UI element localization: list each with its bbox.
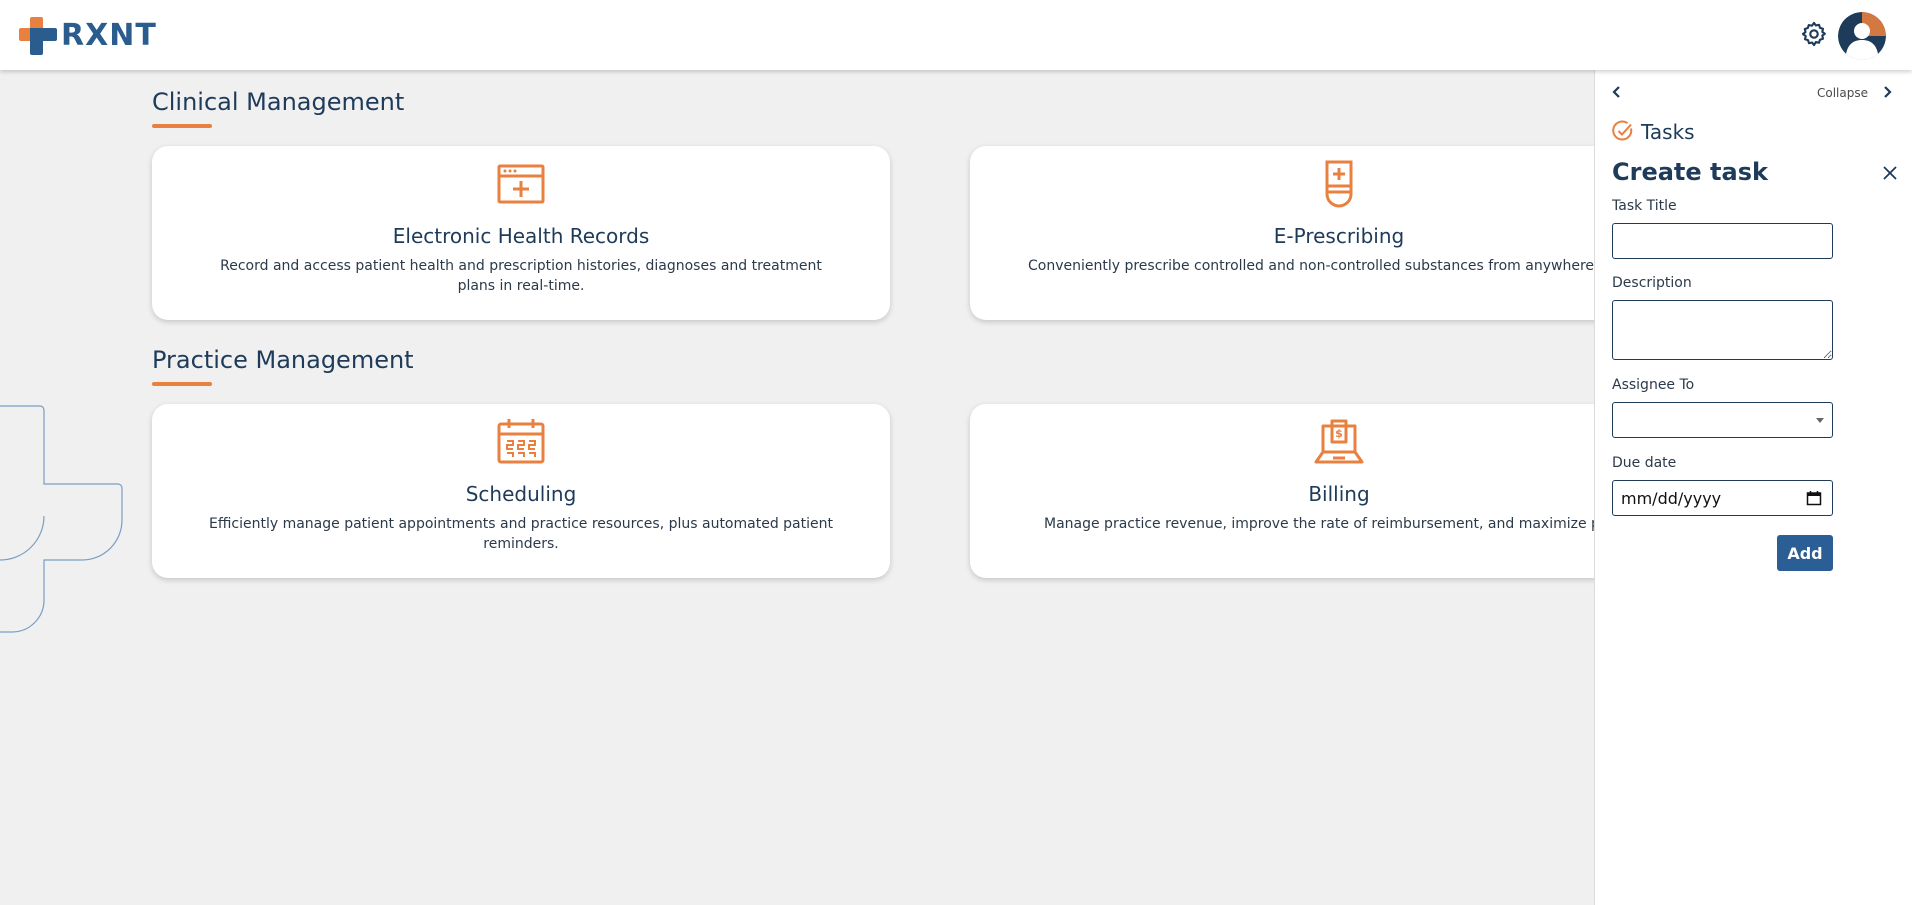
- description-textarea[interactable]: [1612, 300, 1833, 360]
- svg-text:$: $: [1335, 427, 1343, 440]
- assignee-label: Assignee To: [1612, 377, 1695, 393]
- tasks-heading: Tasks: [1641, 120, 1695, 144]
- due-date-label: Due date: [1612, 455, 1677, 471]
- rxnt-logo[interactable]: RXNT: [19, 17, 157, 55]
- gear-icon[interactable]: [1800, 20, 1828, 48]
- section-underline: [152, 124, 212, 128]
- card-title: Electronic Health Records: [392, 224, 650, 248]
- check-circle-icon: [1612, 120, 1633, 141]
- task-title-label: Task Title: [1612, 198, 1677, 214]
- chevron-left-icon[interactable]: [1609, 84, 1625, 100]
- section-title-clinical: Clinical Management: [152, 88, 405, 116]
- tasks-panel: Collapse Tasks Create task Task Title De…: [1594, 70, 1912, 905]
- collapse-link[interactable]: Collapse: [1817, 86, 1868, 100]
- card-description: Efficiently manage patient appointments …: [209, 516, 833, 552]
- logo-text: RXNT: [61, 18, 157, 53]
- card-description: Manage practice revenue, improve the rat…: [1044, 516, 1637, 532]
- decorative-cross-outline: [0, 405, 123, 633]
- card-description: Conveniently prescribe controlled and no…: [1028, 258, 1631, 274]
- caret-down-icon: [1816, 418, 1824, 423]
- assignee-select[interactable]: [1612, 402, 1833, 438]
- card-description: Record and access patient health and pre…: [220, 258, 822, 294]
- section-underline: [152, 382, 212, 386]
- close-icon[interactable]: [1881, 164, 1899, 182]
- due-date-input[interactable]: mm/dd/yyyy: [1612, 480, 1833, 516]
- billing-laptop-icon: $: [1314, 419, 1364, 464]
- calendar-picker-icon[interactable]: [1806, 490, 1822, 506]
- calendar-icon: [497, 419, 545, 464]
- description-label: Description: [1612, 275, 1692, 291]
- logo-cross-icon: [19, 17, 57, 55]
- section-title-practice: Practice Management: [152, 346, 414, 374]
- create-task-title: Create task: [1612, 158, 1768, 186]
- add-task-button[interactable]: Add: [1777, 535, 1833, 571]
- chevron-right-icon[interactable]: [1879, 84, 1895, 100]
- user-avatar-icon[interactable]: [1838, 12, 1886, 60]
- health-records-icon: [497, 164, 545, 204]
- top-header: RXNT: [0, 0, 1912, 70]
- card-title: Scheduling: [465, 482, 577, 506]
- card-electronic-health-records[interactable]: Electronic Health Records Record and acc…: [152, 146, 890, 320]
- due-date-placeholder: mm/dd/yyyy: [1621, 489, 1722, 508]
- prescription-bottle-icon: [1325, 160, 1353, 208]
- task-title-input[interactable]: [1612, 223, 1833, 259]
- card-scheduling[interactable]: Scheduling Efficiently manage patient ap…: [152, 404, 890, 578]
